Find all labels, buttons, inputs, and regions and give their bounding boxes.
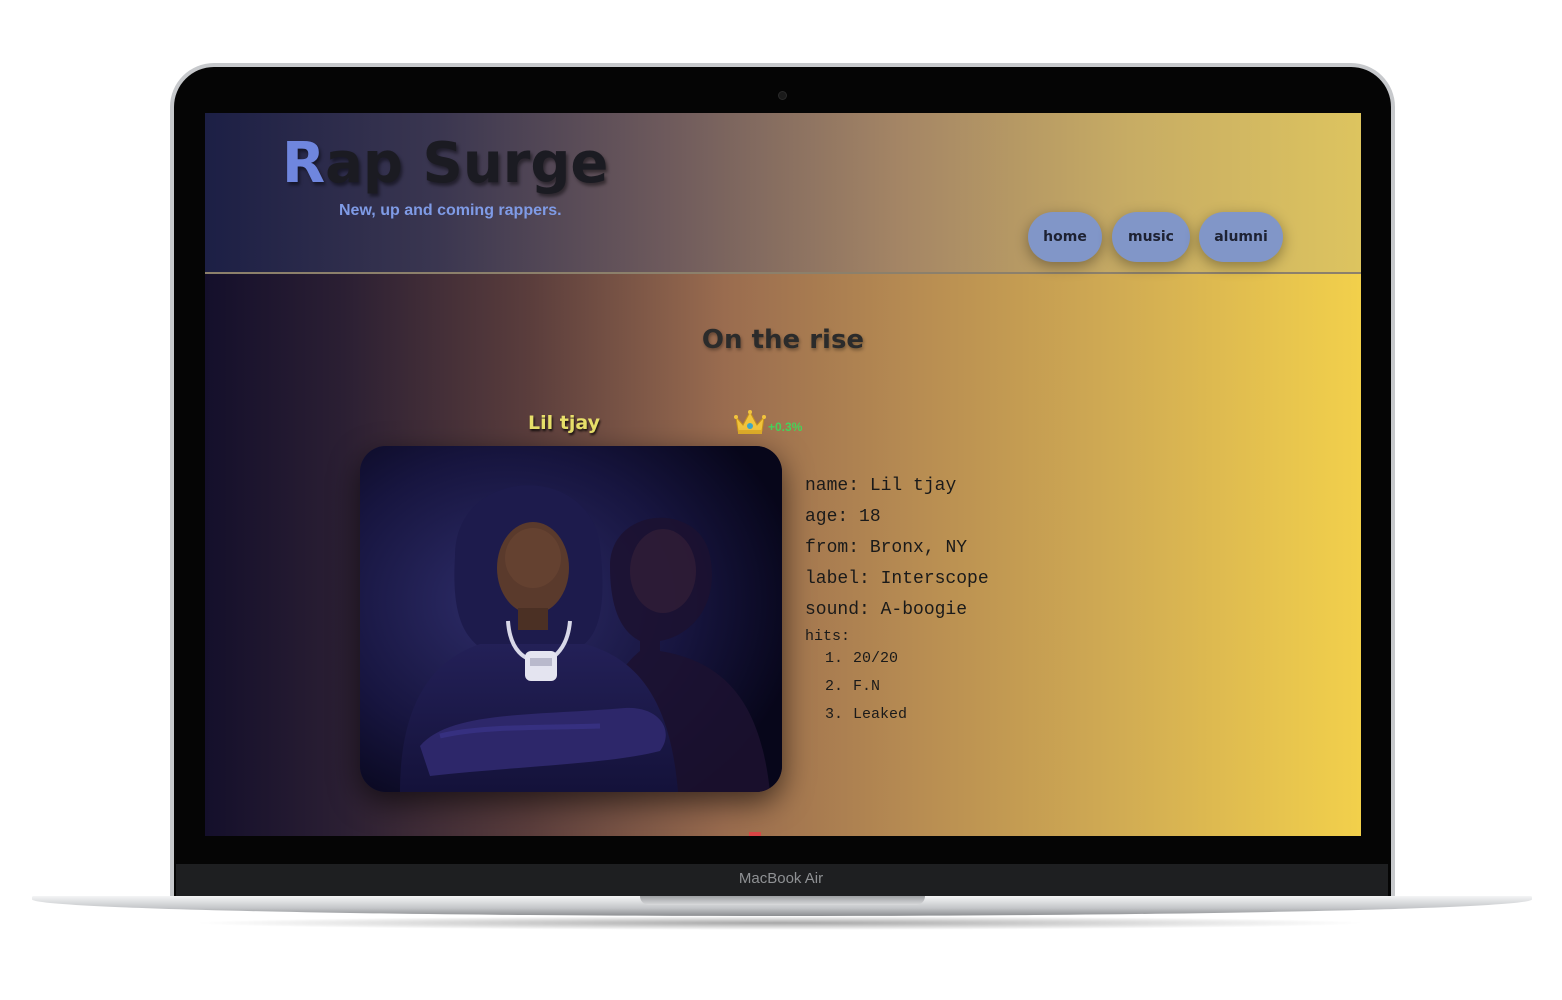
hit-number: 1. [824,650,843,667]
device-brand-label: MacBook Air [738,870,824,887]
site-tagline: New, up and coming rappers. [339,202,562,219]
artist-name: Lil tjay [528,412,600,434]
hit-number: 2. [824,678,843,695]
detail-sound-label: sound: [805,600,870,620]
hits-list: 1. 20/20 2. F.N 3. Leaked [805,648,989,732]
hit-title: 20/20 [853,650,899,667]
nav-alumni-button[interactable]: alumni [1199,212,1283,262]
detail-age-value: 18 [859,507,881,527]
laptop-shadow [190,916,1370,930]
hit-item: 3. Leaked [805,704,989,732]
detail-label-value: Interscope [880,569,989,589]
detail-sound: sound: A-boogie [805,598,989,629]
next-card-peek [749,832,761,836]
hit-item: 1. 20/20 [805,648,989,676]
hits-label: hits: [805,628,851,645]
detail-label-label: label: [805,569,870,589]
artist-details: name: Lil tjay age: 18 from: Bronx, NY l… [805,474,989,732]
website-screen: Rap Surge New, up and coming rappers. ho… [205,113,1361,836]
detail-sound-value: A-boogie [880,600,968,620]
detail-age: age: 18 [805,505,989,536]
nav-home-button[interactable]: home [1028,212,1102,262]
hit-title: F.N [853,678,881,695]
hit-title: Leaked [853,706,908,723]
detail-name: name: Lil tjay [805,474,989,505]
detail-name-value: Lil tjay [869,476,957,496]
laptop-opening-notch [640,896,925,905]
hit-item: 2. F.N [805,676,989,704]
webcam [779,92,786,99]
detail-label: label: Interscope [805,567,989,598]
artist-photo-illustration [360,446,782,792]
nav-music-button[interactable]: music [1112,212,1190,262]
artist-photo [360,446,782,792]
detail-from: from: Bronx, NY [805,536,989,567]
crown-icon [734,410,766,434]
rank-change: +0.3% [768,420,803,434]
site-logo[interactable]: Rap Surge [282,131,608,196]
logo-first-letter: R [282,131,326,196]
section-title: On the rise [701,325,865,355]
site-header: Rap Surge New, up and coming rappers. ho… [205,113,1361,274]
detail-from-value: Bronx, NY [869,538,968,558]
logo-rest: ap Surge [325,131,609,196]
detail-age-label: age: [805,507,849,527]
detail-from-label: from: [805,538,860,558]
detail-name-label: name: [805,476,860,496]
hit-number: 3. [824,706,843,723]
